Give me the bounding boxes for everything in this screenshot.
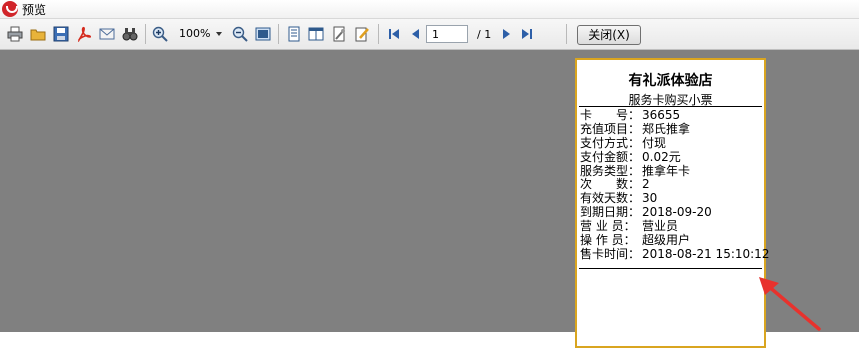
row-value: 2018-09-20 [642,205,712,220]
receipt-row-payment-method: 支付方式： 付现 [580,135,764,151]
receipt-row-expiry-date: 到期日期： 2018-09-20 [580,205,764,220]
pdf-export-icon[interactable] [76,26,92,42]
receipt-details: 卡 号： 36655 充值项目： 郑氏推拿 支付方式： 付现 支付金额： 0.02元 服… [580,108,769,262]
row-label: 卡 号： [580,108,641,122]
receipt-row-salesperson: 营 业 员： 营业员 [580,219,764,234]
fit-page-icon[interactable] [255,26,271,42]
preview-area[interactable]: 有礼派体验店 服务卡购买小票 卡 号： 36655 充值项目： 郑氏推拿 支付方式：… [0,50,859,348]
row-value: 付现 [642,135,667,150]
single-page-icon[interactable] [286,26,302,42]
row-label: 有效天数： [580,191,641,206]
page-number-input[interactable] [426,25,468,43]
first-page-icon[interactable] [386,26,402,42]
zoom-value: 100% [179,27,211,40]
divider [579,268,762,269]
row-label: 支付金额： [580,149,641,164]
zoom-in-icon[interactable] [152,26,168,42]
toolbar-separator [566,24,567,44]
chevron-down-icon [216,32,222,36]
receipt-row-card-number: 卡 号： 36655 [580,108,764,123]
receipt-row-recharge-item: 充值项目： 郑氏推拿 [580,121,764,137]
page-total: / 1 [477,28,492,41]
save-icon[interactable] [53,26,69,42]
find-binoculars-icon[interactable] [122,26,138,42]
open-folder-icon[interactable] [30,26,46,42]
print-icon[interactable] [7,26,23,42]
divider [579,106,762,107]
title-bar: 预览 [0,0,859,19]
receipt-page: 有礼派体验店 服务卡购买小票 卡 号： 36655 充值项目： 郑氏推拿 支付方式：… [575,58,769,348]
two-pages-icon[interactable] [308,26,324,42]
app-logo-icon [2,1,18,17]
row-value: 营业员 [642,219,679,234]
zoom-select[interactable]: 100% [176,25,224,43]
toolbar-separator [278,24,279,44]
receipt-row-operator: 操 作 员： 超级用户 [580,233,764,248]
annotation-arrow-icon [759,277,821,331]
row-value: 超级用户 [642,233,691,248]
row-label: 支付方式： [580,135,641,150]
next-page-icon[interactable] [498,26,514,42]
toolbar-separator [145,24,146,44]
receipt-row-payment-amount: 支付金额： 0.02元 [580,149,764,165]
toolbar-separator [378,24,379,44]
row-label: 到期日期： [580,205,641,220]
row-value: 郑氏推拿 [642,121,691,136]
row-value: 2 [642,177,650,192]
previous-page-icon[interactable] [408,26,424,42]
email-icon[interactable] [99,26,115,42]
close-button[interactable]: 关闭(X) [577,25,641,45]
row-value: 36655 [642,108,681,122]
shop-name: 有礼派体验店 [628,73,713,89]
zoom-out-icon[interactable] [232,26,248,42]
row-label: 充值项目： [580,121,641,136]
row-label: 营 业 员： [580,219,636,234]
row-label: 操 作 员： [580,233,636,248]
receipt-row-sale-time: 售卡时间： 2018-08-21 15:10:12 [580,246,769,262]
row-value: 0.02元 [642,149,681,164]
receipt-row-valid-days: 有效天数： 30 [580,191,764,206]
page-setup-icon[interactable] [331,26,347,42]
last-page-icon[interactable] [519,26,535,42]
toolbar: 100% / 1 [0,19,859,50]
row-value: 30 [642,191,658,206]
edit-icon[interactable] [354,26,370,42]
row-value: 2018-08-21 15:10:12 [642,246,770,261]
window-title: 预览 [22,3,47,17]
row-label: 售卡时间： [580,246,641,261]
row-value: 推拿年卡 [642,163,691,178]
